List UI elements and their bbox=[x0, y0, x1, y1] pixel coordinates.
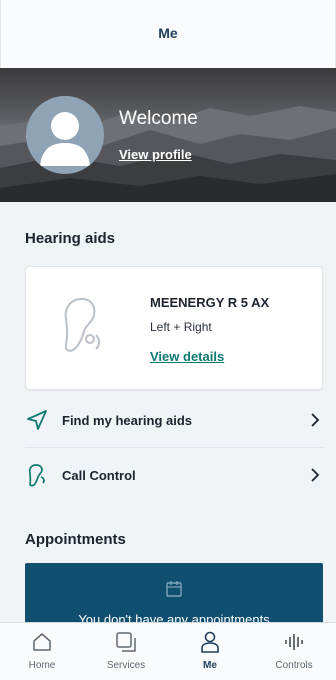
person-silhouette-icon bbox=[40, 112, 90, 166]
tab-label: Me bbox=[203, 660, 217, 671]
chevron-right-icon bbox=[307, 467, 323, 483]
page-title: Me bbox=[158, 25, 178, 41]
home-icon bbox=[31, 631, 53, 653]
tab-services[interactable]: Services bbox=[84, 623, 168, 680]
chevron-right-icon bbox=[307, 412, 323, 428]
find-hearing-aids-label: Find my hearing aids bbox=[62, 412, 193, 428]
calendar-icon bbox=[166, 581, 182, 597]
bottom-tab-bar: Home Services Me Controls bbox=[0, 622, 336, 680]
hearing-aid-card[interactable]: MEENERGY R 5 AX Left + Right View detail… bbox=[25, 266, 323, 390]
view-profile-link[interactable]: View profile bbox=[119, 147, 192, 162]
tab-label: Home bbox=[28, 660, 56, 671]
tab-home[interactable]: Home bbox=[0, 623, 84, 680]
navigation-arrow-icon bbox=[25, 408, 49, 432]
welcome-text: Welcome bbox=[119, 108, 198, 129]
view-details-link[interactable]: View details bbox=[150, 349, 224, 364]
hearing-aids-heading: Hearing aids bbox=[25, 230, 116, 247]
hearing-aid-icon bbox=[64, 297, 100, 352]
device-side: Left + Right bbox=[150, 320, 212, 334]
call-control-label: Call Control bbox=[62, 467, 136, 483]
person-icon bbox=[199, 631, 221, 653]
services-icon bbox=[115, 631, 137, 653]
find-hearing-aids-row[interactable]: Find my hearing aids bbox=[25, 393, 323, 447]
appointments-heading: Appointments bbox=[25, 531, 126, 548]
device-name: MEENERGY R 5 AX bbox=[150, 295, 270, 310]
sound-wave-icon bbox=[283, 631, 305, 653]
top-header: Me bbox=[0, 0, 336, 68]
avatar[interactable] bbox=[26, 96, 104, 174]
tab-me[interactable]: Me bbox=[168, 623, 252, 680]
tab-controls[interactable]: Controls bbox=[252, 623, 336, 680]
tab-label: Services bbox=[106, 660, 146, 671]
hearing-aid-phone-icon bbox=[25, 463, 49, 487]
profile-banner: Welcome View profile bbox=[0, 68, 336, 202]
call-control-row[interactable]: Call Control bbox=[25, 448, 323, 502]
tab-label: Controls bbox=[275, 660, 313, 671]
